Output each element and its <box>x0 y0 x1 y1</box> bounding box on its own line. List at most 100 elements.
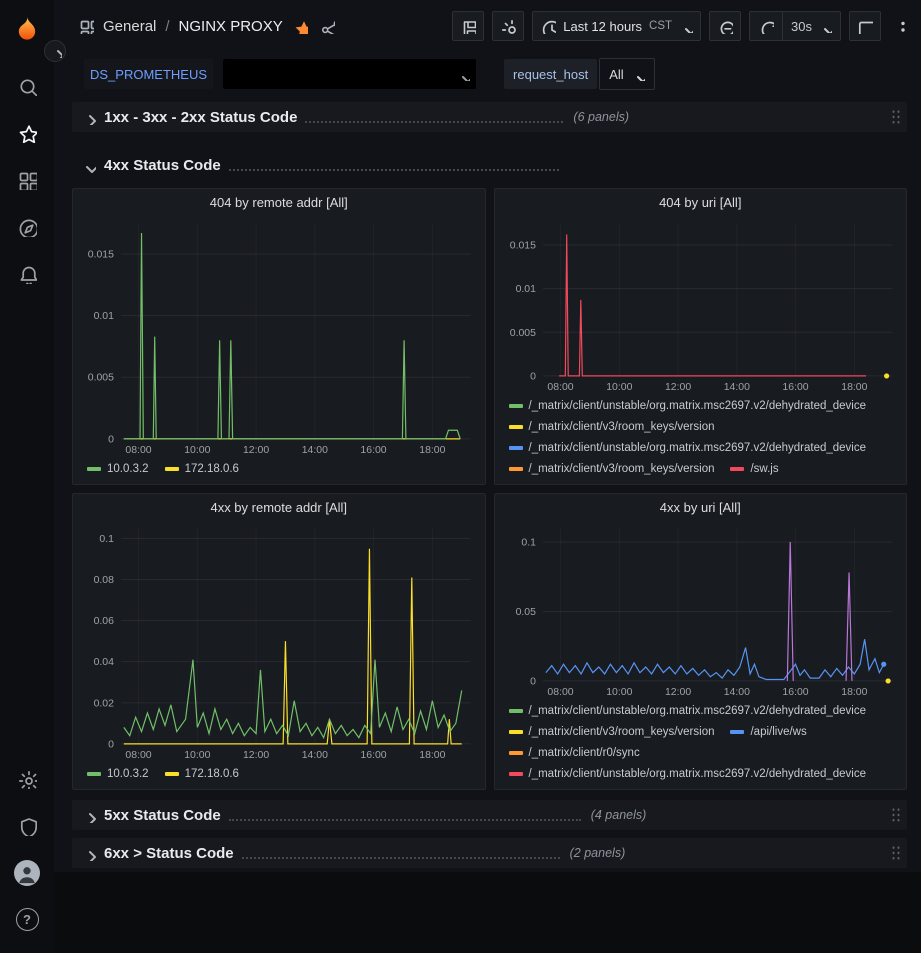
svg-text:0.08: 0.08 <box>94 575 115 586</box>
svg-text:0.015: 0.015 <box>88 249 114 260</box>
flame-icon <box>13 15 41 43</box>
panel-title[interactable]: 4xx by uri [All] <box>495 494 907 520</box>
panel-chart-area: 00.0050.010.01508:0010:0012:0014:0016:00… <box>73 215 485 457</box>
dashboard-toolbar: General / NGINX PROXY Last 12 hours CST <box>54 0 921 52</box>
legend-item[interactable]: /_matrix/client/unstable/org.matrix.msc2… <box>509 437 867 458</box>
sidebar-item-explore[interactable] <box>0 203 54 250</box>
breadcrumb-folder[interactable]: General <box>103 18 156 35</box>
panel-title[interactable]: 4xx by remote addr [All] <box>73 494 485 520</box>
star-filled-icon <box>292 18 308 34</box>
svg-text:12:00: 12:00 <box>243 445 269 456</box>
row-drag-handle[interactable] <box>891 109 901 125</box>
sidebar-item-alerting[interactable] <box>0 250 54 297</box>
sidebar-item-server-admin[interactable] <box>0 802 54 849</box>
legend-swatch <box>509 730 523 734</box>
row-panel-count: (6 panels) <box>573 110 629 124</box>
row-4xx-status-code[interactable]: 4xx Status Code <box>72 150 907 180</box>
svg-text:0.005: 0.005 <box>88 373 114 384</box>
panel-title[interactable]: 404 by uri [All] <box>495 189 907 215</box>
svg-text:10:00: 10:00 <box>184 750 210 761</box>
panel-legend: /_matrix/client/unstable/org.matrix.msc2… <box>495 394 907 484</box>
sidebar-item-configuration[interactable] <box>0 755 54 802</box>
panel-chart-area: 00.020.040.060.080.108:0010:0012:0014:00… <box>73 520 485 762</box>
legend-swatch <box>509 751 523 755</box>
legend-item[interactable]: /_matrix/client/unstable/org.matrix.msc2… <box>509 700 867 721</box>
sidebar-item-help[interactable]: ? <box>0 896 54 943</box>
legend-label: 10.0.3.2 <box>107 463 149 475</box>
row-drag-handle[interactable] <box>891 807 901 823</box>
breadcrumb-separator: / <box>165 18 169 35</box>
gear-icon <box>17 769 37 789</box>
legend-item[interactable]: 172.18.0.6 <box>165 763 239 784</box>
legend-swatch <box>730 730 744 734</box>
chart-canvas[interactable]: 00.0050.010.01508:0010:0012:0014:0016:00… <box>77 215 481 457</box>
nav-sidebar: ? <box>0 0 54 953</box>
row-1xx-3xx-2xx-status-code[interactable]: 1xx - 3xx - 2xx Status Code (6 panels) <box>72 102 907 132</box>
sidebar-item-profile[interactable] <box>0 849 54 896</box>
row-title: 1xx - 3xx - 2xx Status Code <box>104 109 297 126</box>
dashboard-settings-button[interactable] <box>492 11 524 41</box>
svg-text:0: 0 <box>108 434 114 445</box>
more-options-button[interactable] <box>889 11 909 41</box>
dashboards-grid-icon <box>17 170 37 190</box>
zoom-out-button[interactable] <box>709 11 741 41</box>
chart-canvas[interactable]: 00.0050.010.01508:0010:0012:0014:0016:00… <box>499 215 903 394</box>
legend-item[interactable]: /_matrix/client/v3/room_keys/version <box>509 416 715 437</box>
refresh-button[interactable] <box>750 12 782 40</box>
row-6xx-status-code[interactable]: 6xx > Status Code (2 panels) <box>72 838 907 868</box>
chart-canvas[interactable]: 00.020.040.060.080.108:0010:0012:0014:00… <box>77 520 481 762</box>
chevron-right-icon <box>80 807 96 823</box>
sidebar-expand-button[interactable] <box>44 40 66 62</box>
svg-text:10:00: 10:00 <box>184 445 210 456</box>
grafana-app: ? General / NGINX PROXY Last 12 hours CS <box>0 0 921 953</box>
kebab-menu-icon <box>891 18 907 34</box>
breadcrumb-dashboard-title[interactable]: NGINX PROXY <box>179 18 283 35</box>
legend-item[interactable]: /api/live/ws <box>730 721 806 742</box>
sidebar-item-dashboards[interactable] <box>0 156 54 203</box>
save-dashboard-button[interactable] <box>452 11 484 41</box>
request-host-variable-value: All <box>609 67 623 82</box>
svg-text:16:00: 16:00 <box>360 750 386 761</box>
row-drag-handle[interactable] <box>891 845 901 861</box>
legend-item[interactable]: 10.0.3.2 <box>87 458 149 479</box>
refresh-interval-picker[interactable]: 30s <box>782 12 840 40</box>
row-4xx-status-code-block: 4xx Status Code 404 by remote addr [All]… <box>72 150 907 790</box>
legend-item[interactable]: /_matrix/client/unstable/org.matrix.msc2… <box>509 395 867 416</box>
legend-item[interactable]: /sw.js <box>730 458 778 479</box>
request-host-variable: request_host All <box>504 58 655 90</box>
help-icon: ? <box>16 908 39 931</box>
sidebar-item-starred[interactable] <box>0 109 54 156</box>
legend-item[interactable]: /_matrix/client/v3/room_keys/version <box>509 721 715 742</box>
chart-canvas[interactable]: 00.050.108:0010:0012:0014:0016:0018:00 <box>499 520 903 699</box>
legend-item[interactable]: /_matrix/client/v3/room_keys/version <box>509 458 715 479</box>
legend-swatch <box>509 467 523 471</box>
legend-item[interactable]: /_matrix/client/r0/sync <box>509 742 640 763</box>
panel-title[interactable]: 404 by remote addr [All] <box>73 189 485 215</box>
datasource-variable-select[interactable] <box>223 59 476 89</box>
main-area: General / NGINX PROXY Last 12 hours CST <box>54 0 921 953</box>
svg-text:16:00: 16:00 <box>360 445 386 456</box>
tv-mode-button[interactable] <box>849 11 881 41</box>
sidebar-item-search[interactable] <box>0 62 54 109</box>
legend-item[interactable]: /_matrix/client/unstable/org.matrix.msc2… <box>509 763 867 784</box>
legend-label: /_matrix/client/unstable/org.matrix.msc2… <box>529 768 867 780</box>
svg-text:08:00: 08:00 <box>547 687 573 698</box>
save-icon <box>460 18 476 34</box>
svg-text:16:00: 16:00 <box>782 382 808 393</box>
legend-swatch <box>509 404 523 408</box>
svg-text:0.005: 0.005 <box>509 328 535 339</box>
variables-bar: DS_PROMETHEUS request_host All <box>54 52 921 102</box>
favorite-star-button[interactable] <box>292 18 308 34</box>
dotted-leader <box>229 159 559 171</box>
bell-icon <box>17 264 37 284</box>
row-5xx-status-code[interactable]: 5xx Status Code (4 panels) <box>72 800 907 830</box>
share-dashboard-button[interactable] <box>319 18 335 34</box>
legend-label: 172.18.0.6 <box>185 768 239 780</box>
time-range-picker[interactable]: Last 12 hours CST <box>532 11 701 41</box>
svg-text:0.05: 0.05 <box>515 607 536 618</box>
grafana-logo[interactable] <box>12 14 42 44</box>
svg-text:16:00: 16:00 <box>782 687 808 698</box>
request-host-variable-select[interactable]: All <box>599 58 654 90</box>
legend-item[interactable]: 172.18.0.6 <box>165 458 239 479</box>
legend-item[interactable]: 10.0.3.2 <box>87 763 149 784</box>
